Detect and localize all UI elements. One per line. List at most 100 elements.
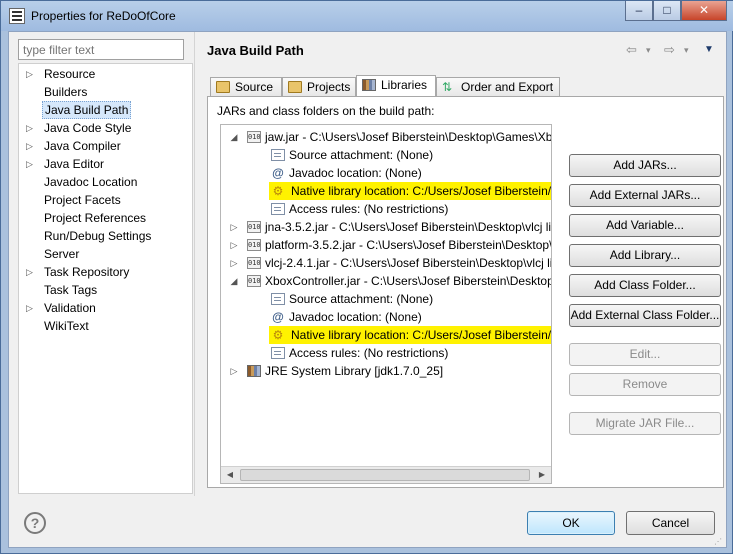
- page-title: Java Build Path: [207, 43, 304, 58]
- add-external-class-folder-button[interactable]: Add External Class Folder...: [569, 304, 721, 327]
- jar-icon: 010: [247, 275, 261, 287]
- nav-item-label: Task Tags: [44, 283, 98, 297]
- tree-attribute[interactable]: Access rules: (No restrictions): [221, 200, 551, 218]
- scroll-left-icon[interactable]: ◀: [222, 468, 238, 482]
- javadoc-icon: @: [272, 310, 284, 324]
- add-external-jars-button[interactable]: Add External JARs...: [569, 184, 721, 207]
- nav-item-label: Builders: [44, 85, 88, 99]
- tab-libraries[interactable]: Libraries: [356, 75, 436, 98]
- tree-entry-label: JRE System Library [jdk1.7.0_25]: [265, 364, 444, 378]
- nav-item[interactable]: ▷ Validation: [19, 299, 192, 317]
- source-folder-icon: [216, 81, 230, 93]
- tree-attribute[interactable]: Source attachment: (None): [221, 146, 551, 164]
- add-variable-button[interactable]: Add Variable...: [569, 214, 721, 237]
- build-path-tree[interactable]: ▷ JRE System Library [jdk1.7.0_25] Access …: [220, 124, 552, 484]
- expand-arrow-icon[interactable]: ▷: [26, 263, 33, 281]
- add-jars-button[interactable]: Add JARs...: [569, 154, 721, 177]
- back-dropdown-icon[interactable]: ▾: [646, 45, 651, 56]
- nav-item[interactable]: ▷ Java Editor: [19, 155, 192, 173]
- scroll-thumb[interactable]: [240, 469, 530, 481]
- cancel-button[interactable]: Cancel: [626, 511, 715, 535]
- native-library-icon: ⚙: [272, 328, 284, 342]
- nav-item[interactable]: Run/Debug Settings: [19, 227, 192, 245]
- forward-dropdown-icon[interactable]: ▾: [684, 45, 689, 56]
- maximize-button[interactable]: □: [653, 1, 681, 21]
- tree-attribute[interactable]: @ Javadoc location: (None): [221, 164, 551, 182]
- migrate-jar-file-button[interactable]: Migrate JAR File...: [569, 412, 721, 435]
- expand-arrow-icon[interactable]: ▷: [229, 236, 239, 254]
- native-library-icon: ⚙: [272, 184, 284, 198]
- expand-arrow-icon[interactable]: ▷: [229, 362, 239, 380]
- expand-arrow-icon[interactable]: ▷: [26, 65, 33, 83]
- tree-entry-label: jna-3.5.2.jar - C:\Users\Josef Biberstei…: [265, 220, 552, 234]
- title-bar[interactable]: Properties for ReDoOfCore – □ ✕: [1, 1, 733, 31]
- horizontal-scrollbar[interactable]: ◀ ▶: [221, 466, 551, 483]
- remove-button[interactable]: Remove: [569, 373, 721, 396]
- back-arrow-icon[interactable]: ⇦: [626, 42, 637, 58]
- nav-item-label: Run/Debug Settings: [44, 229, 152, 243]
- nav-item[interactable]: Builders: [19, 83, 192, 101]
- tree-entry[interactable]: ◢ 010 jaw.jar - C:\Users\Josef Biberstein\…: [221, 128, 551, 146]
- tree-entry-label: Javadoc location: (None): [289, 166, 422, 180]
- tree-entry-label: XboxController.jar - C:\Users\Josef Bibe…: [265, 274, 552, 288]
- nav-item[interactable]: ▷ Java Compiler: [19, 137, 192, 155]
- tree-attribute[interactable]: @ Javadoc location: (None): [221, 308, 551, 326]
- expand-arrow-icon[interactable]: ▷: [229, 254, 239, 272]
- nav-item[interactable]: ▷ Task Repository: [19, 263, 192, 281]
- view-menu-icon[interactable]: ▼: [704, 44, 714, 55]
- nav-item[interactable]: Server: [19, 245, 192, 263]
- expand-arrow-icon[interactable]: ▷: [26, 155, 33, 173]
- tree-attribute[interactable]: Access rules: (No restrictions): [221, 344, 551, 362]
- sash-divider[interactable]: [194, 32, 195, 496]
- nav-item-label: Project Facets: [44, 193, 121, 207]
- nav-item[interactable]: Java Build Path: [19, 101, 192, 119]
- nav-item-label: Java Build Path: [42, 101, 132, 119]
- nav-item[interactable]: Task Tags: [19, 281, 192, 299]
- expand-arrow-icon[interactable]: ▷: [26, 137, 33, 155]
- tree-entry[interactable]: ▷ 010 platform-3.5.2.jar - C:\Users\Josef …: [221, 236, 551, 254]
- nav-item-label: Project References: [44, 211, 147, 225]
- expand-arrow-icon[interactable]: ▷: [26, 299, 33, 317]
- nav-item[interactable]: Project References: [19, 209, 192, 227]
- tree-entry-label: Native library location: C:/Users/Josef …: [289, 326, 551, 344]
- window-title: Properties for ReDoOfCore: [31, 9, 176, 23]
- libraries-heading: JARs and class folders on the build path…: [217, 104, 435, 118]
- help-icon[interactable]: ?: [24, 512, 46, 534]
- forward-arrow-icon[interactable]: ⇨: [664, 42, 675, 58]
- collapse-arrow-icon[interactable]: ◢: [229, 272, 239, 290]
- tree-attribute[interactable]: ⚙ Native library location: C:/Users/Josef…: [221, 182, 551, 200]
- minimize-button[interactable]: –: [625, 1, 653, 21]
- tab-order-and-export[interactable]: ⇅ Order and Export: [436, 77, 560, 97]
- tab-projects[interactable]: Projects: [282, 77, 356, 97]
- tree-attribute[interactable]: Source attachment: (None): [221, 290, 551, 308]
- tab-source[interactable]: Source: [210, 77, 282, 97]
- tree-entry[interactable]: ▷ 010 jna-3.5.2.jar - C:\Users\Josef Biber…: [221, 218, 551, 236]
- tree-entry-label: Access rules: (No restrictions): [289, 202, 449, 216]
- nav-item[interactable]: ▷ Java Code Style: [19, 119, 192, 137]
- jar-icon: 010: [247, 131, 261, 143]
- nav-item-label: Validation: [44, 301, 96, 315]
- dialog-client: ▷ Resource Builders Java Build Path ▷ Java Co…: [8, 31, 727, 548]
- nav-item-label: Javadoc Location: [44, 175, 138, 189]
- expand-arrow-icon[interactable]: ▷: [26, 119, 33, 137]
- expand-arrow-icon[interactable]: ▷: [229, 218, 239, 236]
- add-class-folder-button[interactable]: Add Class Folder...: [569, 274, 721, 297]
- tree-entry[interactable]: ◢ 010 XboxController.jar - C:\Users\Josef …: [221, 272, 551, 290]
- order-export-icon: ⇅: [442, 80, 453, 94]
- tree-attribute[interactable]: ⚙ Native library location: C:/Users/Josef…: [221, 326, 551, 344]
- tree-entry[interactable]: ▷ 010 vlcj-2.4.1.jar - C:\Users\Josef Bibe…: [221, 254, 551, 272]
- nav-item[interactable]: Project Facets: [19, 191, 192, 209]
- history-nav: ⇦ ▾ ⇨ ▾ ▼: [626, 42, 721, 58]
- resize-grip-icon[interactable]: ⋰: [714, 537, 724, 547]
- nav-item[interactable]: ▷ Resource: [19, 65, 192, 83]
- scroll-right-icon[interactable]: ▶: [534, 468, 550, 482]
- collapse-arrow-icon[interactable]: ◢: [229, 128, 239, 146]
- filter-input[interactable]: [18, 39, 184, 60]
- nav-item[interactable]: Javadoc Location: [19, 173, 192, 191]
- close-button[interactable]: ✕: [681, 1, 727, 21]
- edit-button[interactable]: Edit...: [569, 343, 721, 366]
- add-library-button[interactable]: Add Library...: [569, 244, 721, 267]
- tree-entry[interactable]: ▷ JRE System Library [jdk1.7.0_25]: [221, 362, 551, 380]
- nav-item[interactable]: WikiText: [19, 317, 192, 335]
- ok-button[interactable]: OK: [527, 511, 615, 535]
